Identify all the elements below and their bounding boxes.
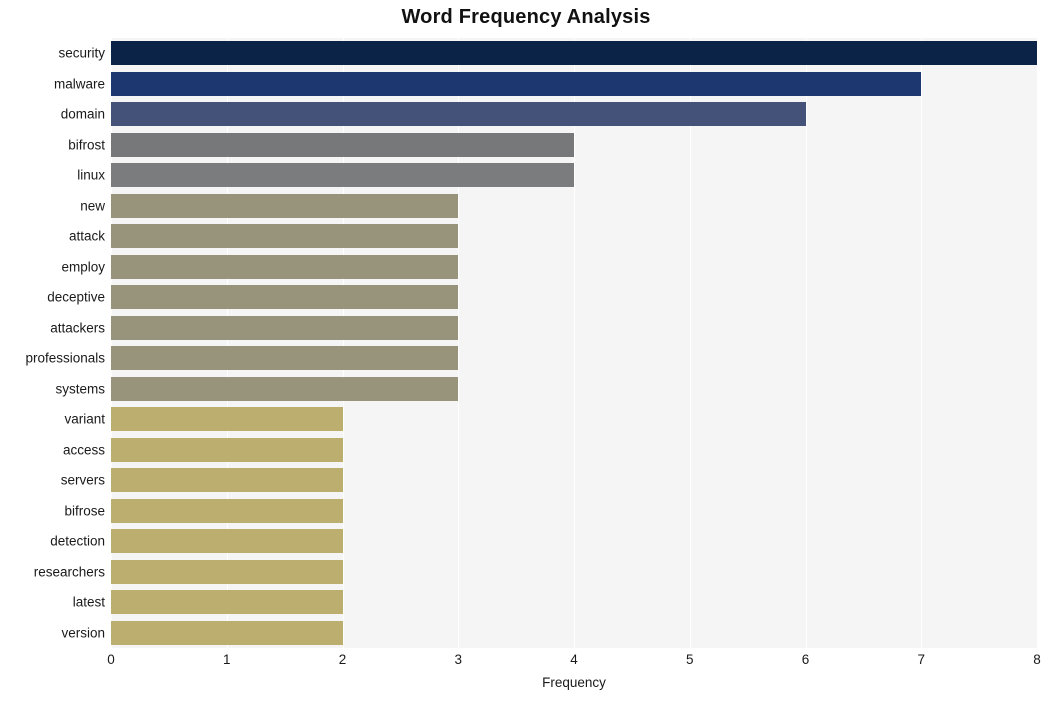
x-axis-tick-labels: 0 1 2 3 4 5 6 7 8 [107, 652, 1041, 676]
y-axis-tick-label: new [80, 198, 105, 214]
x-axis-tick-label: 2 [338, 652, 347, 667]
y-axis-tick-label: latest [72, 594, 105, 610]
y-axis-tick-label: bifrost [68, 137, 105, 153]
x-axis-tick-label: 1 [222, 652, 231, 667]
y-axis-tick-label: servers [60, 472, 105, 488]
y-axis-tick-labels: security malware domain bifrost linux new atta… [0, 38, 1052, 648]
x-axis-tick-label: 6 [801, 652, 810, 667]
x-axis-tick-label: 4 [570, 652, 578, 667]
y-axis-tick-label: version [61, 625, 105, 641]
word-frequency-chart: Word Frequency Analysis security malware d… [0, 0, 1052, 701]
y-axis-tick-label: linux [77, 167, 105, 183]
x-axis-tick-label: 3 [454, 652, 463, 667]
y-axis-tick-label: attackers [50, 320, 105, 336]
y-axis-tick-label: systems [55, 381, 105, 397]
x-axis-tick-label: 7 [917, 652, 926, 667]
y-axis-tick-label: detection [50, 533, 105, 549]
x-axis-tick-label: 0 [107, 652, 115, 667]
y-axis-tick-label: bifrose [64, 503, 105, 519]
y-axis-tick-label: malware [53, 76, 105, 92]
y-axis-tick-label: variant [64, 411, 105, 427]
x-axis-tick-label: 5 [685, 652, 694, 667]
y-axis-tick-label: attack [68, 228, 105, 244]
x-axis-tick-label: 8 [1033, 652, 1041, 667]
y-axis-tick-label: professionals [25, 350, 105, 366]
y-axis-tick-label: researchers [33, 564, 105, 580]
chart-title: Word Frequency Analysis [401, 6, 651, 28]
y-axis-tick-label: domain [60, 106, 105, 122]
y-axis-tick-label: employ [61, 259, 105, 275]
x-axis-label: Frequency [542, 675, 606, 690]
y-axis-tick-label: deceptive [47, 289, 105, 305]
y-axis-tick-label: security [58, 45, 105, 61]
y-axis-tick-label: access [62, 442, 105, 458]
